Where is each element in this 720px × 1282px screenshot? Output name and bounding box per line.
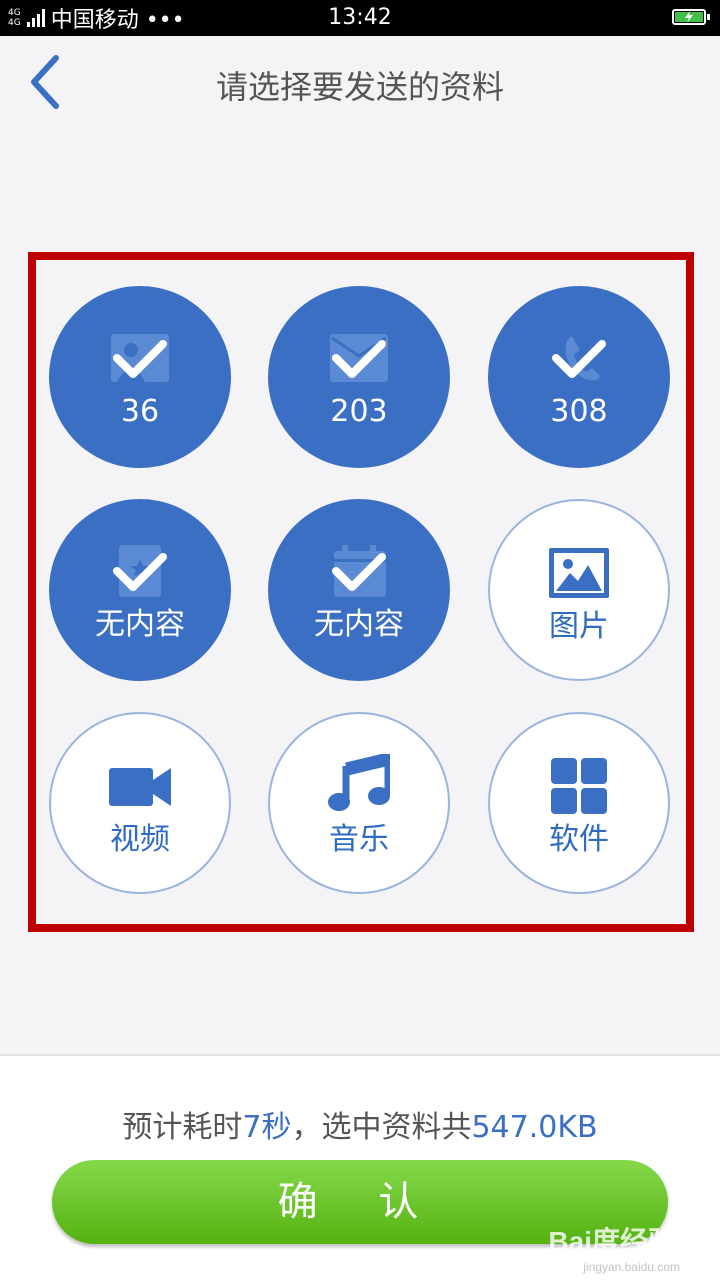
- tile-label: 36: [120, 394, 160, 429]
- battery-icon: [672, 9, 710, 25]
- tile-contacts[interactable]: 36: [49, 286, 231, 468]
- tile-apps[interactable]: 软件: [488, 712, 670, 894]
- apps-icon: [551, 758, 607, 814]
- tile-label: 无内容: [95, 607, 185, 642]
- header: 请选择要发送的资料: [0, 36, 720, 130]
- transfer-estimate: 预计耗时7秒，选中资料共547.0KB: [0, 1102, 720, 1146]
- estimate-prefix: 预计耗时: [122, 1110, 243, 1145]
- status-time: 13:42: [328, 5, 392, 30]
- tile-calendar[interactable]: 无内容: [268, 499, 450, 681]
- tile-images[interactable]: 图片: [488, 499, 670, 681]
- tile-label: 203: [330, 394, 388, 429]
- tile-messages[interactable]: 203: [268, 286, 450, 468]
- calendar-icon: [332, 545, 386, 597]
- tile-label: 音乐: [329, 822, 389, 857]
- tile-label: 视频: [110, 822, 170, 857]
- music-icon: [328, 754, 390, 811]
- estimate-time: 7秒: [242, 1110, 292, 1145]
- messages-icon: [330, 334, 388, 382]
- image-icon: [549, 548, 609, 598]
- call-log-icon: [552, 336, 606, 381]
- video-icon: [109, 768, 171, 806]
- tile-call-log[interactable]: 308: [488, 286, 670, 468]
- tile-bookmarks[interactable]: 无内容: [49, 499, 231, 681]
- watermark-url: jingyan.baidu.com: [583, 1260, 680, 1274]
- tile-label: 图片: [549, 609, 609, 644]
- tile-label: 软件: [549, 822, 609, 857]
- tile-label: 无内容: [314, 607, 404, 642]
- tile-label: 308: [550, 394, 608, 429]
- bookmark-icon: [113, 545, 167, 597]
- estimate-middle: ，选中资料共: [291, 1110, 472, 1145]
- watermark-logo: Bai度经验: [548, 1226, 676, 1257]
- page-title: 请选择要发送的资料: [215, 68, 504, 106]
- status-bar: 4G 4G 中国移动 ••• 13:42: [0, 0, 720, 36]
- tile-music[interactable]: 音乐: [268, 712, 450, 894]
- contacts-icon: [111, 334, 169, 382]
- estimate-size: 547.0KB: [471, 1110, 598, 1145]
- tile-videos[interactable]: 视频: [49, 712, 231, 894]
